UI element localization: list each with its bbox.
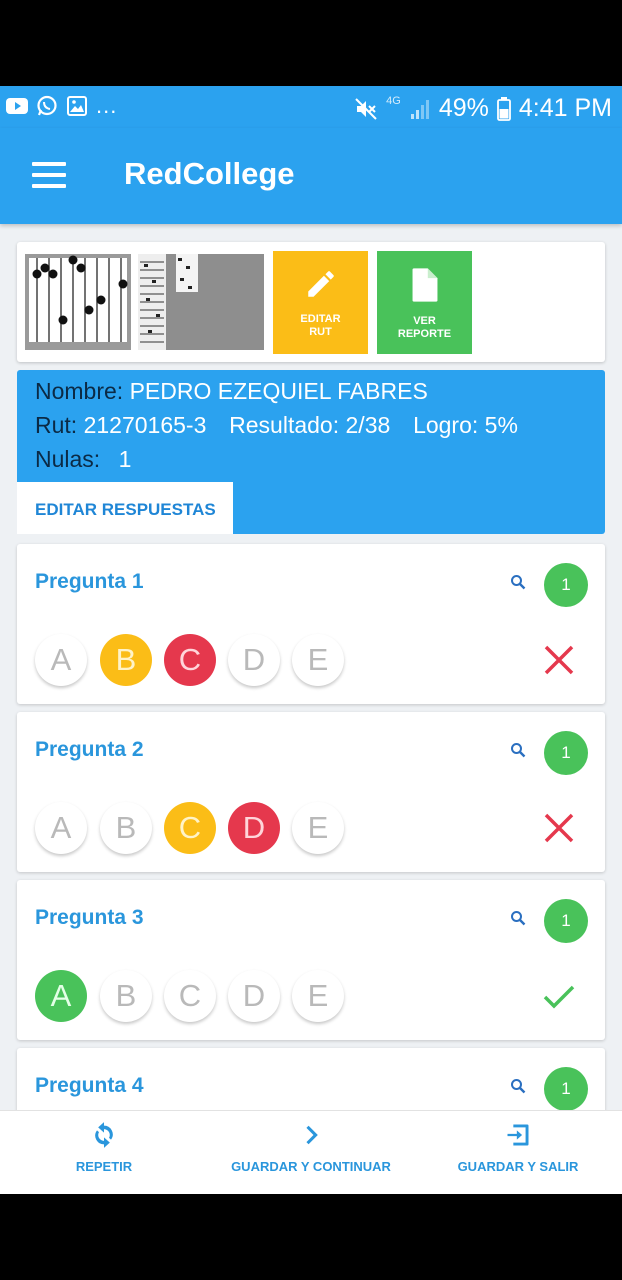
screen: ... 4G 49% 4:41 PM RedCollege EDITAR RUT… (0, 86, 622, 1194)
whatsapp-icon (36, 95, 58, 117)
youtube-icon (6, 95, 28, 117)
option-b[interactable]: B (100, 970, 152, 1022)
edit-rut-button[interactable]: EDITAR RUT (273, 251, 368, 354)
more-notifications: ... (96, 93, 118, 118)
rut-row: Rut: 21270165-3 Resultado: 2/38 Logro: 5… (35, 412, 518, 439)
pencil-icon (307, 271, 334, 297)
option-a[interactable]: A (35, 802, 87, 854)
search-icon[interactable] (510, 1078, 526, 1094)
notification-icons: ... (6, 95, 117, 117)
question-badge: 1 (544, 899, 588, 943)
question-title: Pregunta 4 (35, 1074, 144, 1097)
network-type: 4G (386, 95, 401, 107)
system-status: 4G 49% 4:41 PM (354, 94, 612, 123)
option-d[interactable]: D (228, 634, 280, 686)
option-e[interactable]: E (292, 634, 344, 686)
view-report-button[interactable]: VER REPORTE (377, 251, 472, 354)
option-b[interactable]: B (100, 634, 152, 686)
edit-rut-label: EDITAR RUT (300, 313, 341, 338)
wrong-x-icon (544, 813, 574, 843)
app-title: RedCollege (124, 156, 295, 191)
repeat-button[interactable]: REPETIR (54, 1111, 154, 1194)
hamburger-menu-icon[interactable] (32, 162, 66, 188)
nulls-row: Nulas: 1 (35, 446, 131, 473)
search-icon[interactable] (510, 574, 526, 590)
result-value: 2/38 (345, 412, 391, 438)
question-card: Pregunta 3 1 A B C D E (17, 880, 605, 1040)
repeat-label: REPETIR (75, 1159, 133, 1174)
save-exit-label: GUARDAR Y SALIR (457, 1159, 579, 1174)
search-icon[interactable] (510, 742, 526, 758)
battery-percent: 49% (438, 94, 489, 122)
wrong-x-icon (544, 645, 574, 675)
option-a[interactable]: A (35, 970, 87, 1022)
exit-icon (507, 1124, 529, 1146)
option-e[interactable]: E (292, 802, 344, 854)
refresh-icon (95, 1122, 113, 1148)
app-bar: RedCollege (0, 128, 622, 224)
nulls-value: 1 (118, 446, 132, 472)
nulls-label: Nulas: (35, 446, 101, 472)
search-icon[interactable] (510, 910, 526, 926)
option-b[interactable]: B (100, 802, 152, 854)
status-bar: ... 4G 49% 4:41 PM (0, 86, 622, 128)
save-continue-label: GUARDAR Y CONTINUAR (231, 1159, 391, 1174)
clock: 4:41 PM (518, 94, 612, 122)
question-card: Pregunta 2 1 A B C D E (17, 712, 605, 872)
battery-icon (496, 96, 511, 121)
question-badge: 1 (544, 731, 588, 775)
question-title: Pregunta 2 (35, 738, 144, 761)
name-row: Nombre: PEDRO EZEQUIEL FABRES (35, 378, 428, 405)
option-e[interactable]: E (292, 970, 344, 1022)
phone-frame: ... 4G 49% 4:41 PM RedCollege EDITAR RUT… (0, 0, 622, 1280)
bottom-action-bar: REPETIR GUARDAR Y CONTINUAR GUARDAR Y SA… (0, 1110, 622, 1194)
question-card: Pregunta 1 1 A B C D E (17, 544, 605, 704)
mute-icon (355, 97, 377, 120)
document-icon (412, 268, 437, 302)
option-a[interactable]: A (35, 634, 87, 686)
save-exit-button[interactable]: GUARDAR Y SALIR (448, 1111, 588, 1194)
view-report-label: VER REPORTE (397, 315, 452, 340)
student-name: PEDRO EZEQUIEL FABRES (129, 378, 428, 404)
question-badge: 1 (544, 563, 588, 607)
rut-value: 21270165-3 (83, 412, 207, 438)
achievement-value: 5% (484, 412, 518, 438)
option-c[interactable]: C (164, 634, 216, 686)
option-d[interactable]: D (228, 970, 280, 1022)
result-label: Resultado: (229, 412, 340, 438)
question-title: Pregunta 1 (35, 570, 144, 593)
signal-icon (410, 99, 429, 119)
option-d[interactable]: D (228, 802, 280, 854)
gallery-icon (66, 95, 88, 117)
check-icon (543, 985, 575, 1009)
chevron-right-icon (306, 1125, 318, 1145)
question-badge: 1 (544, 1067, 588, 1111)
question-title: Pregunta 3 (35, 906, 144, 929)
answer-sheet-zoom-thumbnail[interactable] (138, 254, 264, 350)
answer-sheet-thumbnail[interactable] (25, 254, 131, 350)
scan-images-card: EDITAR RUT VER REPORTE (17, 242, 605, 362)
edit-answers-button[interactable]: EDITAR RESPUESTAS (17, 482, 233, 534)
option-c[interactable]: C (164, 802, 216, 854)
save-continue-button[interactable]: GUARDAR Y CONTINUAR (221, 1111, 401, 1194)
achievement-label: Logro: (413, 412, 479, 438)
student-info-panel: Nombre: PEDRO EZEQUIEL FABRES Rut: 21270… (17, 370, 605, 534)
rut-label: Rut: (35, 412, 78, 438)
option-c[interactable]: C (164, 970, 216, 1022)
name-label: Nombre: (35, 378, 124, 404)
